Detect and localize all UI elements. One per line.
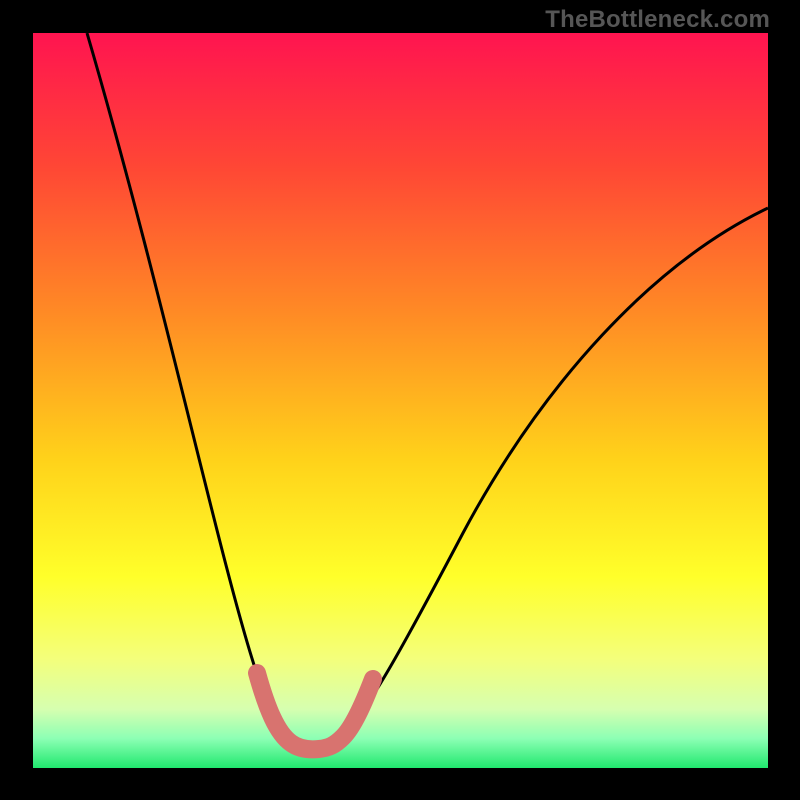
optimum-highlight — [257, 673, 373, 749]
chart-frame: TheBottleneck.com — [0, 0, 800, 800]
chart-svg — [33, 33, 768, 768]
watermark-text: TheBottleneck.com — [545, 6, 770, 34]
bottleneck-curve — [87, 33, 768, 749]
